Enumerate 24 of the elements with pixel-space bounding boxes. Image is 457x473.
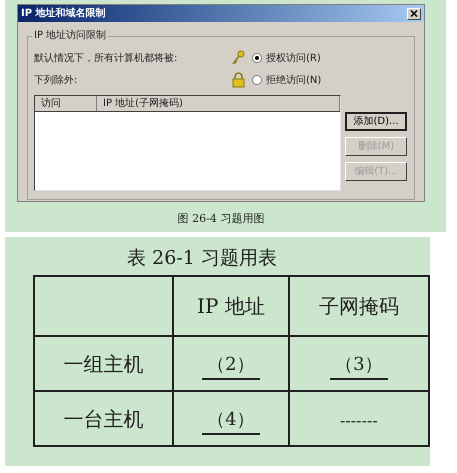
close-icon <box>410 10 418 17</box>
option-label: 默认情况下，所有计算机都将被: <box>34 52 178 66</box>
fill-in-line: （3） <box>330 350 388 380</box>
option-label: 下列除外: <box>34 74 78 88</box>
radio-button[interactable] <box>252 75 262 85</box>
table-header-cell: 子网掩码 <box>288 276 429 336</box>
window-title: IP 地址和域名限制 <box>21 8 106 18</box>
table-header-cell: IP 地址 <box>173 276 289 336</box>
radio-button[interactable] <box>252 53 262 63</box>
table-cell: ------- <box>340 410 378 430</box>
dialog-button[interactable]: 添加(D)... <box>345 112 407 131</box>
table-title: 表 26-1 习题用表 <box>127 246 277 271</box>
radio-option[interactable]: 拒绝访问(N) <box>252 72 322 88</box>
column-header[interactable]: IP 地址(子网掩码) <box>97 96 340 111</box>
fill-in-line: （2） <box>202 350 260 380</box>
row-header-cell: 一组主机 <box>34 336 174 391</box>
close-button[interactable] <box>407 8 421 20</box>
padlock-icon <box>232 72 244 88</box>
fill-in-line: （4） <box>202 406 260 434</box>
figure-caption: 图 26-4 习题用图 <box>178 211 264 227</box>
radio-option[interactable]: 授权访问(R) <box>252 50 321 66</box>
column-header[interactable]: 访问 <box>35 96 97 111</box>
key-icon <box>231 50 245 66</box>
row-header-cell: 一台主机 <box>34 391 174 446</box>
